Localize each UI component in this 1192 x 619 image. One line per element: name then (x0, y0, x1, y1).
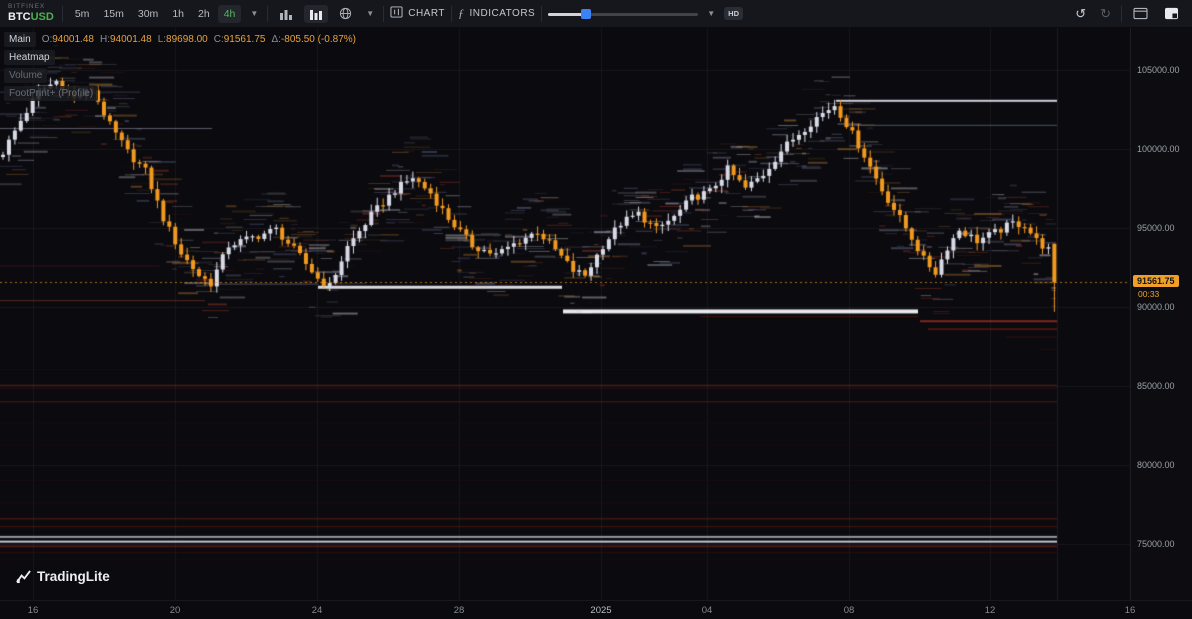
timeframe-15m[interactable]: 15m (97, 5, 129, 23)
time-tick-label: 12 (985, 605, 996, 616)
tradinglite-app: BITFINEX BTCUSD 5m15m30m1h2h4h ▼ ▼ CHART… (0, 0, 1192, 619)
price-tick-label: 95000.00 (1137, 223, 1175, 233)
current-price-badge: 91561.75 (1133, 275, 1179, 287)
price-tick-label: 100000.00 (1137, 144, 1180, 154)
chart-button[interactable]: CHART (390, 6, 445, 21)
fx-icon: ƒ (458, 6, 465, 21)
chevron-down-icon[interactable]: ▼ (247, 7, 261, 20)
separator (62, 6, 63, 22)
price-tick-label: 90000.00 (1137, 302, 1175, 312)
indicators-button[interactable]: ƒ INDICATORS (458, 6, 535, 21)
layer-volume[interactable]: Volume (4, 68, 47, 83)
separator (541, 6, 542, 22)
main-series-button[interactable]: Main (4, 32, 36, 47)
hd-badge[interactable]: HD (724, 7, 743, 20)
time-tick-label: 28 (454, 605, 465, 616)
layer-footprint-profile-[interactable]: FootPrint+ (Profile) (4, 86, 98, 101)
timeframe-group: 5m15m30m1h2h4h (69, 5, 242, 23)
intensity-slider[interactable] (548, 7, 698, 21)
chevron-down-icon[interactable]: ▼ (704, 7, 718, 20)
ohlc-readout: O:94001.48 H:94001.48 L:89698.00 C:91561… (42, 34, 356, 45)
toolbar: BITFINEX BTCUSD 5m15m30m1h2h4h ▼ ▼ CHART… (0, 0, 1192, 28)
chart-style-bars-icon[interactable] (274, 5, 298, 23)
timeframe-2h[interactable]: 2h (192, 5, 216, 23)
time-tick-label: 16 (1125, 605, 1136, 616)
globe-icon[interactable] (334, 4, 357, 23)
chart-legend: Main O:94001.48 H:94001.48 L:89698.00 C:… (4, 32, 356, 101)
separator (383, 6, 384, 22)
separator (267, 6, 268, 22)
symbol-label: BTCUSD (8, 12, 54, 23)
time-axis[interactable]: 16 20 24 28 2025 04 08 12 16 (0, 600, 1192, 619)
chart-style-columns-icon[interactable] (304, 5, 328, 23)
time-tick-label: 20 (170, 605, 181, 616)
undo-icon[interactable]: ↺ (1071, 7, 1090, 20)
redo-icon[interactable]: ↻ (1096, 7, 1115, 20)
price-tick-label: 85000.00 (1137, 381, 1175, 391)
price-tick-label: 80000.00 (1137, 460, 1175, 470)
timeframe-5m[interactable]: 5m (69, 5, 96, 23)
separator (1121, 6, 1122, 22)
separator (451, 6, 452, 22)
timeframe-30m[interactable]: 30m (132, 5, 164, 23)
time-tick-label: 08 (844, 605, 855, 616)
slider-handle[interactable] (581, 9, 591, 19)
price-tick-label: 105000.00 (1137, 65, 1180, 75)
symbol-selector[interactable]: BITFINEX BTCUSD (8, 4, 54, 23)
time-tick-label: 2025 (590, 605, 611, 616)
candle-countdown: 00:33 (1138, 289, 1159, 299)
tradinglite-logo-icon (16, 569, 31, 584)
timeframe-1h[interactable]: 1h (166, 5, 190, 23)
time-tick-label: 04 (702, 605, 713, 616)
layout-panel-icon[interactable] (1159, 4, 1184, 23)
chart-canvas[interactable] (0, 28, 1192, 600)
layer-list: Heatmap Volume FootPrint+ (Profile) (4, 50, 356, 101)
chevron-down-icon[interactable]: ▼ (363, 7, 377, 20)
price-tick-label: 75000.00 (1137, 539, 1175, 549)
timeframe-4h[interactable]: 4h (218, 5, 242, 23)
main-series-row: Main O:94001.48 H:94001.48 L:89698.00 C:… (4, 32, 356, 47)
chart-icon (390, 6, 403, 21)
time-tick-label: 16 (28, 605, 39, 616)
price-axis[interactable]: 91561.75 00:33 105000.00 100000.00 95000.0… (1130, 28, 1192, 600)
browser-window-icon[interactable] (1128, 4, 1153, 23)
chart-region: Main O:94001.48 H:94001.48 L:89698.00 C:… (0, 28, 1192, 600)
layer-heatmap[interactable]: Heatmap (4, 50, 55, 65)
time-tick-label: 24 (312, 605, 323, 616)
tradinglite-logo: TradingLite (16, 569, 110, 584)
